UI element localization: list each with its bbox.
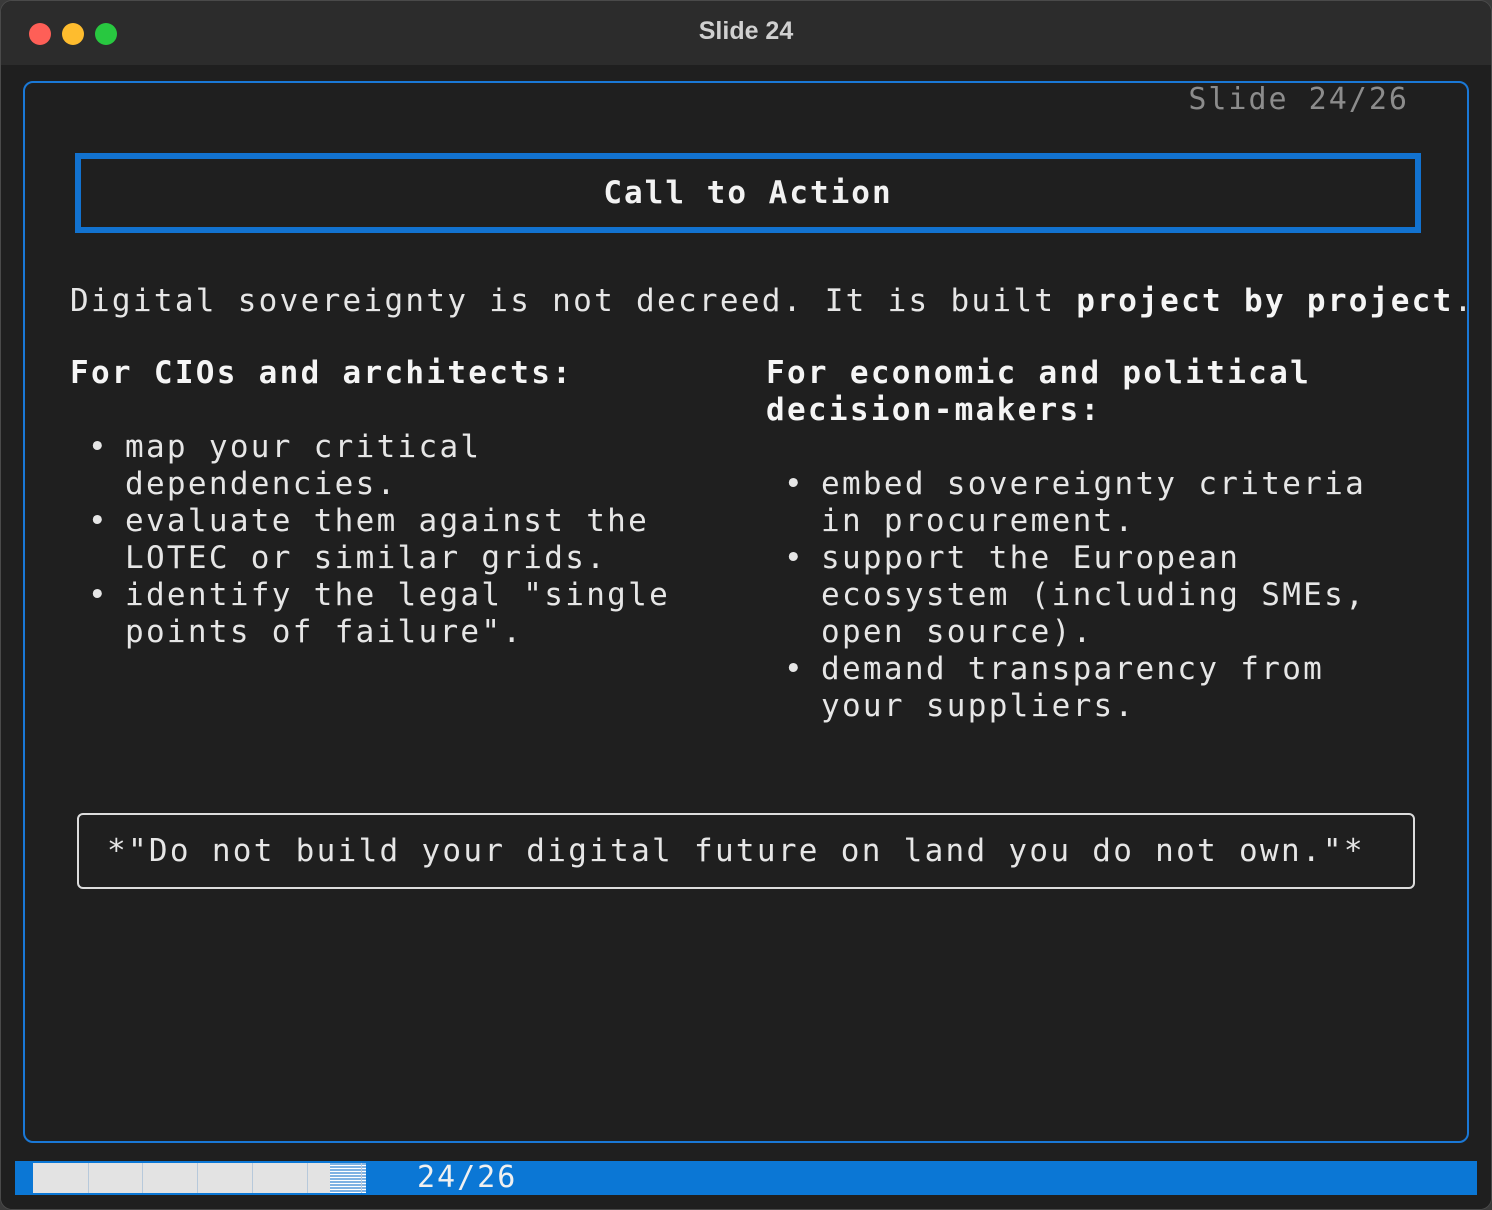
- window-title: Slide 24: [698, 17, 794, 45]
- intro-emphasis: project by project: [1076, 283, 1454, 319]
- left-column-title: For CIOs and architects:: [70, 355, 574, 391]
- progress-segment-divider: [142, 1163, 143, 1193]
- quote-text: *"Do not build your digital future on la…: [107, 833, 1365, 869]
- slide-heading: Call to Action: [603, 175, 893, 211]
- progress-segment-divider: [197, 1163, 198, 1193]
- status-bar: 24/26: [15, 1161, 1477, 1195]
- slide-heading-box: Call to Action: [75, 153, 1421, 233]
- progress-segment-divider: [252, 1163, 253, 1193]
- list-item: demand transparency from your suppliers.: [766, 651, 1426, 725]
- quote-box: *"Do not build your digital future on la…: [77, 813, 1415, 889]
- terminal-content: Slide 24/26 Call to Action Digital sover…: [1, 65, 1491, 1209]
- left-column: For CIOs and architects: map your critic…: [70, 355, 740, 651]
- progress-segment-divider: [88, 1163, 89, 1193]
- list-item: identify the legal "single points of fai…: [70, 577, 740, 651]
- progress-fill: [33, 1163, 330, 1193]
- progress-bar: [33, 1163, 399, 1193]
- progress-segment-divider: [307, 1163, 308, 1193]
- intro-text: Digital sovereignty is not decreed. It i…: [70, 283, 1077, 319]
- list-item: evaluate them against the LOTEC or simil…: [70, 503, 740, 577]
- list-item: support the European ecosystem (includin…: [766, 540, 1426, 651]
- left-bullet-list: map your critical dependencies. evaluate…: [70, 429, 740, 651]
- title-bar: Slide 24: [1, 1, 1491, 65]
- progress-label: 24/26: [417, 1160, 518, 1195]
- right-bullet-list: embed sovereignty criteria in procuremen…: [766, 466, 1426, 725]
- list-item: map your critical dependencies.: [70, 429, 740, 503]
- right-column-title: For economic and political decision-make…: [766, 355, 1312, 428]
- intro-line: Digital sovereignty is not decreed. It i…: [70, 283, 1475, 319]
- right-column: For economic and political decision-make…: [766, 355, 1426, 725]
- terminal-window: Slide 24 Slide 24/26 Call to Action Digi…: [0, 0, 1492, 1210]
- progress-segment-divider: [361, 1163, 362, 1193]
- list-item: embed sovereignty criteria in procuremen…: [766, 466, 1426, 540]
- slide-counter: Slide 24/26: [1168, 83, 1429, 117]
- intro-end: .: [1453, 283, 1475, 319]
